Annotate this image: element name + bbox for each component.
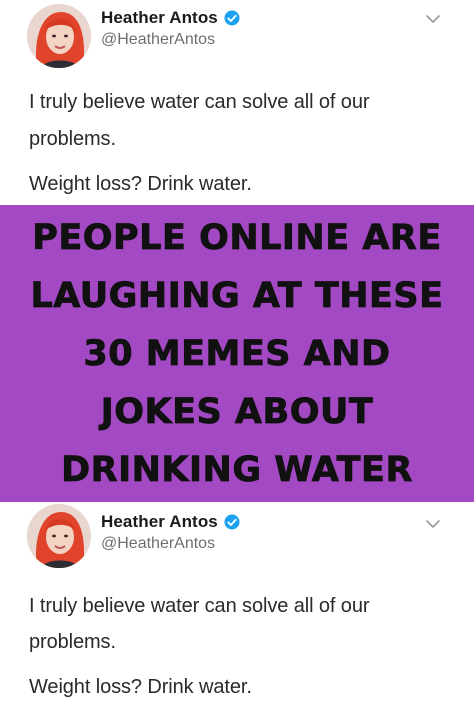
display-name[interactable]: Heather Antos bbox=[101, 8, 218, 28]
headline-line: LAUGHING AT THESE bbox=[30, 275, 444, 316]
tweet-card-bottom: Heather Antos @HeatherAntos I truly beli… bbox=[0, 502, 474, 711]
tweet-text-line: Weight loss? Drink water. bbox=[29, 676, 252, 698]
tweet-text-line: I truly believe water can solve all of o… bbox=[29, 91, 370, 113]
headline-banner: PEOPLE ONLINE ARE LAUGHING AT THESE 30 M… bbox=[0, 205, 474, 502]
chevron-down-icon[interactable] bbox=[425, 518, 441, 530]
chevron-down-icon[interactable] bbox=[425, 13, 441, 25]
tweet-text-line: Weight loss? Drink water. bbox=[29, 173, 252, 195]
tweet-text-line: problems. bbox=[29, 631, 116, 653]
headline-line: PEOPLE ONLINE ARE bbox=[32, 217, 442, 258]
name-row: Heather Antos bbox=[101, 8, 241, 28]
avatar-portrait-icon bbox=[27, 4, 91, 68]
headline-line: DRINKING WATER bbox=[61, 449, 413, 490]
tweet-card-top: Heather Antos @HeatherAntos I truly beli… bbox=[0, 0, 474, 205]
verified-badge-icon bbox=[224, 10, 240, 26]
headline-line: JOKES ABOUT bbox=[100, 391, 374, 432]
tweet-text-line: I truly believe water can solve all of o… bbox=[29, 595, 370, 617]
verified-badge-icon bbox=[224, 514, 240, 530]
headline-line: 30 MEMES AND bbox=[83, 333, 391, 374]
tweet-text-line: problems. bbox=[29, 128, 116, 150]
avatar-portrait-icon bbox=[27, 504, 91, 568]
handle[interactable]: @HeatherAntos bbox=[101, 31, 215, 49]
avatar[interactable] bbox=[27, 4, 91, 68]
handle[interactable]: @HeatherAntos bbox=[101, 535, 215, 553]
name-row: Heather Antos bbox=[101, 512, 241, 532]
display-name[interactable]: Heather Antos bbox=[101, 512, 218, 532]
avatar[interactable] bbox=[27, 504, 91, 568]
